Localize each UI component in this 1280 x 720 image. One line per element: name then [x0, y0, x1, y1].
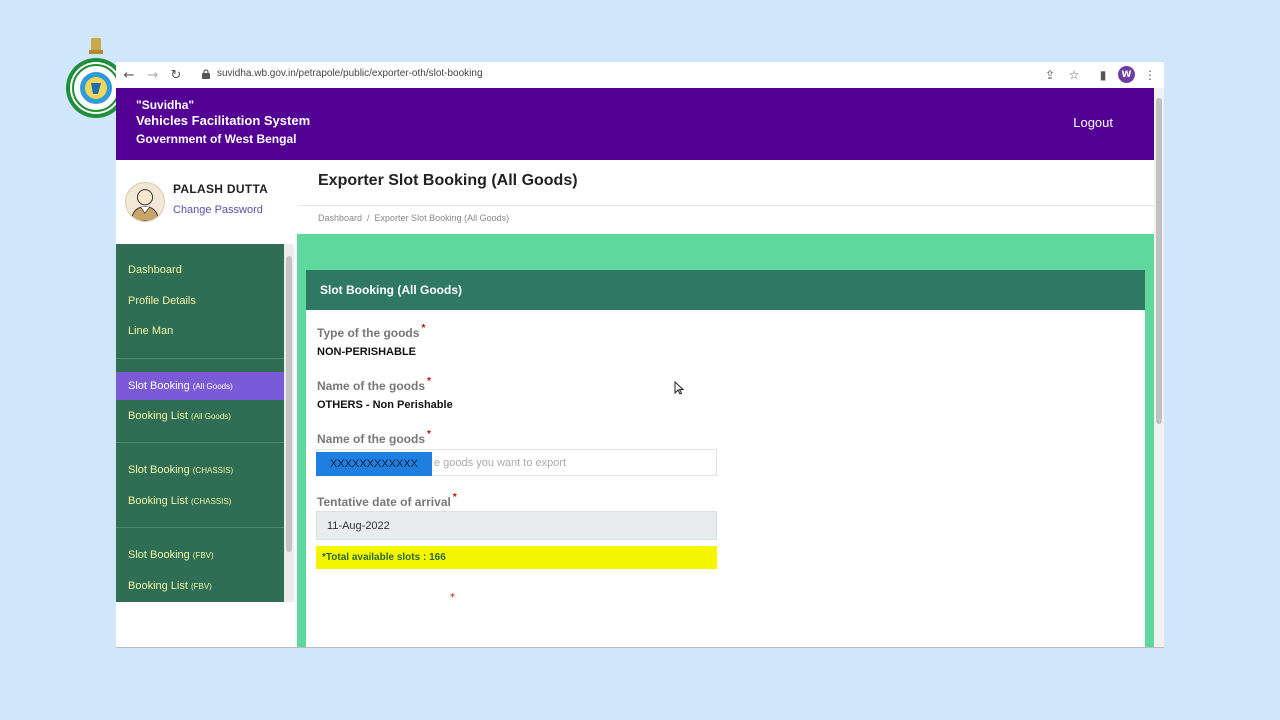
- goods-input-label: Name of the goods *: [317, 429, 431, 446]
- site-title-line1: "Suvidha": [136, 98, 195, 112]
- address-bar[interactable]: suvidha.wb.gov.in/petrapole/public/expor…: [217, 68, 483, 79]
- sidebar-nav: Dashboard Profile Details Line Man Slot …: [116, 244, 284, 602]
- required-mark: *: [427, 376, 431, 387]
- page-scrollbar[interactable]: [1154, 88, 1164, 647]
- user-panel: PALASH DUTTA Change Password: [116, 160, 294, 244]
- slot-booking-card: Slot Booking (All Goods) Type of the goo…: [306, 270, 1145, 647]
- arrival-date-field[interactable]: 11-Aug-2022: [316, 511, 717, 540]
- available-slots-banner: *Total available slots : 166: [316, 546, 717, 569]
- mouse-cursor-icon: [674, 381, 684, 395]
- logout-link[interactable]: Logout: [1073, 115, 1113, 130]
- breadcrumb-dashboard[interactable]: Dashboard: [318, 213, 362, 223]
- required-mark: *: [421, 323, 426, 334]
- sidebar-scrollbar[interactable]: [284, 244, 294, 602]
- bookmark-star-icon[interactable]: ☆: [1065, 66, 1083, 84]
- site-title-line2: Vehicles Facilitation System: [136, 113, 311, 128]
- type-of-goods-value: NON-PERISHABLE: [317, 346, 417, 358]
- name-of-goods-value: OTHERS - Non Perishable: [317, 399, 453, 411]
- required-mark: *: [452, 492, 457, 503]
- sidebar-item-booking-list-chassis[interactable]: Booking List (CHASSIS): [116, 487, 284, 515]
- user-avatar: [125, 182, 165, 222]
- page-title: Exporter Slot Booking (All Goods): [318, 172, 578, 189]
- redacted-text-highlight: XXXXXXXXXXXX: [316, 452, 432, 476]
- sidebar-item-slot-booking-chassis[interactable]: Slot Booking (CHASSIS): [116, 456, 284, 484]
- sidebar-item-line-man[interactable]: Line Man: [116, 317, 284, 345]
- card-header: Slot Booking (All Goods): [306, 270, 1145, 310]
- arrival-date-label: Tentative date of arrival *: [317, 492, 457, 509]
- required-mark: *: [450, 592, 455, 603]
- sidebar-item-slot-booking-fbv[interactable]: Slot Booking (FBV): [116, 541, 284, 569]
- breadcrumb-separator: /: [367, 213, 370, 223]
- site-title: "Suvidha" Vehicles Facilitation System G…: [136, 97, 310, 147]
- lock-icon: [202, 69, 210, 79]
- goods-name-placeholder: e goods you want to export: [434, 456, 567, 469]
- forward-arrow-icon[interactable]: →: [144, 66, 162, 84]
- back-arrow-icon[interactable]: ←: [120, 66, 138, 84]
- breadcrumb: Dashboard / Exporter Slot Booking (All Goo…: [318, 213, 509, 223]
- sidebar-item-slot-booking-all-goods[interactable]: Slot Booking (All Goods): [116, 372, 284, 400]
- profile-avatar[interactable]: W: [1118, 66, 1135, 83]
- change-password-link[interactable]: Change Password: [173, 204, 263, 216]
- name-of-goods-label: Name of the goods *: [317, 376, 431, 393]
- site-header: "Suvidha" Vehicles Facilitation System G…: [116, 88, 1154, 160]
- more-menu-icon[interactable]: ⋮: [1141, 66, 1159, 84]
- title-divider: [298, 205, 1154, 206]
- breadcrumb-current: Exporter Slot Booking (All Goods): [374, 213, 510, 223]
- browser-toolbar: ← → ↻ suvidha.wb.gov.in/petrapole/public…: [116, 62, 1164, 88]
- sidebar-item-dashboard[interactable]: Dashboard: [116, 256, 284, 284]
- required-mark: *: [427, 429, 431, 440]
- share-icon[interactable]: ⇪: [1041, 66, 1059, 84]
- reload-icon[interactable]: ↻: [167, 66, 185, 84]
- sidebar-item-booking-list-all-goods[interactable]: Booking List (All Goods): [116, 402, 284, 430]
- browser-window: ← → ↻ suvidha.wb.gov.in/petrapole/public…: [116, 62, 1164, 648]
- type-of-goods-label: Type of the goods *: [317, 323, 426, 340]
- side-panel-icon[interactable]: ▮: [1094, 66, 1112, 84]
- site-title-line3: Government of West Bengal: [136, 132, 297, 146]
- user-name: PALASH DUTTA: [173, 182, 269, 196]
- sidebar-item-booking-list-fbv[interactable]: Booking List (FBV): [116, 572, 284, 600]
- sidebar-item-profile-details[interactable]: Profile Details: [116, 287, 284, 315]
